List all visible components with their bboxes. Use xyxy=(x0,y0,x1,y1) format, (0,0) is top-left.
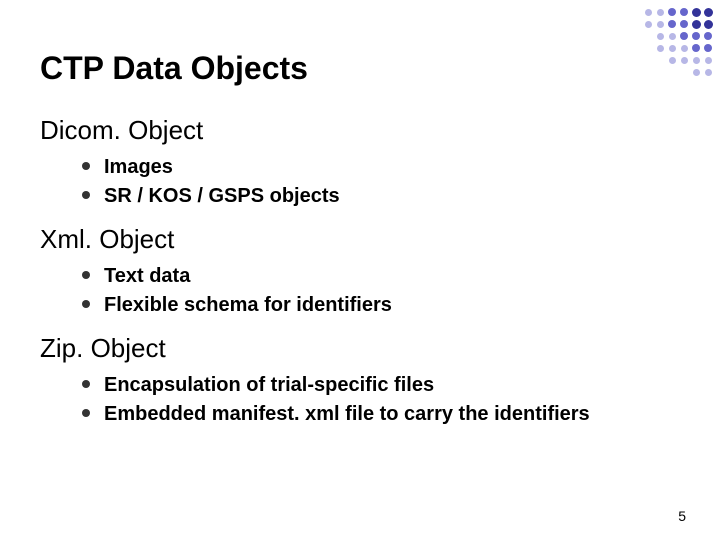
deco-dot xyxy=(704,44,712,52)
deco-dot xyxy=(704,20,713,29)
slide-title: CTP Data Objects xyxy=(40,50,680,87)
deco-dot xyxy=(693,57,700,64)
deco-dot xyxy=(705,69,712,76)
deco-dot xyxy=(692,20,701,29)
deco-dot xyxy=(680,20,688,28)
deco-dot xyxy=(680,8,688,16)
list-item: Flexible schema for identifiers xyxy=(104,292,680,319)
deco-dot xyxy=(692,32,700,40)
section-dicom: Dicom. Object Images SR / KOS / GSPS obj… xyxy=(40,115,680,210)
deco-dot xyxy=(645,21,652,28)
deco-dot xyxy=(669,33,676,40)
deco-dot xyxy=(681,45,688,52)
list-item: Embedded manifest. xml file to carry the… xyxy=(104,401,680,428)
section-xml: Xml. Object Text data Flexible schema fo… xyxy=(40,224,680,319)
deco-dot xyxy=(704,32,712,40)
deco-dot xyxy=(657,21,664,28)
deco-dot xyxy=(692,44,700,52)
deco-dot xyxy=(705,57,712,64)
slide: CTP Data Objects Dicom. Object Images SR… xyxy=(0,0,720,540)
deco-dot xyxy=(693,69,700,76)
deco-dot xyxy=(657,33,664,40)
deco-dot xyxy=(645,9,652,16)
list-item: Images xyxy=(104,154,680,181)
deco-dot xyxy=(681,57,688,64)
deco-dot xyxy=(657,9,664,16)
deco-dot xyxy=(680,32,688,40)
bullet-list: Encapsulation of trial-specific files Em… xyxy=(40,372,680,428)
list-item: Encapsulation of trial-specific files xyxy=(104,372,680,399)
deco-dot xyxy=(668,8,676,16)
list-item: Text data xyxy=(104,263,680,290)
bullet-list: Text data Flexible schema for identifier… xyxy=(40,263,680,319)
section-heading: Xml. Object xyxy=(40,224,680,255)
deco-dot xyxy=(668,20,676,28)
section-heading: Dicom. Object xyxy=(40,115,680,146)
list-item: SR / KOS / GSPS objects xyxy=(104,183,680,210)
deco-dot xyxy=(704,8,713,17)
section-heading: Zip. Object xyxy=(40,333,680,364)
deco-dot xyxy=(692,8,701,17)
bullet-list: Images SR / KOS / GSPS objects xyxy=(40,154,680,210)
page-number: 5 xyxy=(678,508,686,524)
section-zip: Zip. Object Encapsulation of trial-speci… xyxy=(40,333,680,428)
